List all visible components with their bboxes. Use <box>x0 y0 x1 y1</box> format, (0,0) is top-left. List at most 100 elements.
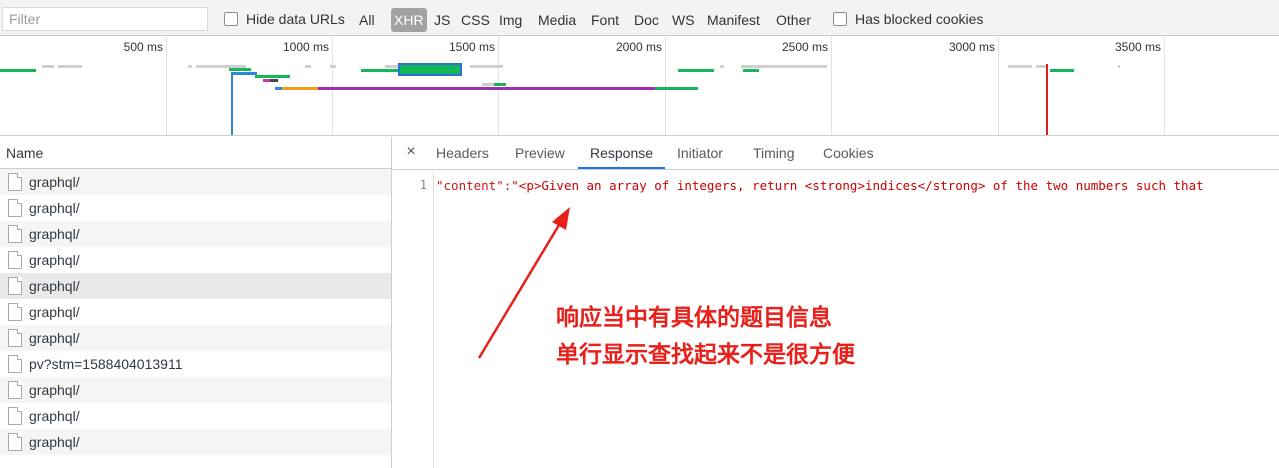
document-icon <box>8 303 22 321</box>
document-icon <box>8 407 22 425</box>
type-filter-xhr[interactable]: XHR <box>391 8 427 32</box>
response-code-line[interactable]: "content":"<p>Given an array of integers… <box>436 178 1204 193</box>
tab-response[interactable]: Response <box>578 137 666 169</box>
document-icon <box>8 199 22 217</box>
type-filter-font[interactable]: Font <box>588 8 622 32</box>
tick-gridline <box>1164 36 1165 135</box>
has-blocked-cookies-checkbox[interactable]: Has blocked cookies <box>833 9 983 29</box>
request-row[interactable]: graphql/ <box>0 221 391 247</box>
type-filter-css[interactable]: CSS <box>458 8 493 32</box>
name-column-header[interactable]: Name <box>0 137 391 169</box>
document-icon <box>8 355 22 373</box>
request-bar <box>255 75 290 78</box>
request-name: graphql/ <box>29 174 80 190</box>
filter-toolbar: Hide data URLs All XHR JS CSS Img Media … <box>0 0 1279 36</box>
request-bar <box>188 65 192 68</box>
type-filter-media[interactable]: Media <box>535 8 579 32</box>
request-row[interactable]: pv?stm=1588404013911 <box>0 351 391 377</box>
request-name: graphql/ <box>29 304 80 320</box>
request-row[interactable]: graphql/ <box>0 377 391 403</box>
request-bar <box>233 72 257 75</box>
tab-cookies[interactable]: Cookies <box>811 137 886 169</box>
document-icon <box>8 433 22 451</box>
annotation-line-2: 单行显示查找起来不是很方便 <box>556 342 855 368</box>
request-bar <box>720 65 724 68</box>
request-name: graphql/ <box>29 408 80 424</box>
tick-label: 500 ms <box>123 40 163 54</box>
request-row[interactable]: graphql/ <box>0 247 391 273</box>
request-bar <box>282 87 319 90</box>
request-row[interactable]: graphql/ <box>0 169 391 195</box>
tick-gridline <box>332 36 333 135</box>
tick-gridline <box>498 36 499 135</box>
line-number: 1 <box>419 178 427 192</box>
type-filter-doc[interactable]: Doc <box>631 8 662 32</box>
tab-headers[interactable]: Headers <box>424 137 501 169</box>
document-icon <box>8 251 22 269</box>
document-icon <box>8 381 22 399</box>
tick-label: 2500 ms <box>781 40 828 54</box>
request-row[interactable]: graphql/ <box>0 403 391 429</box>
request-row[interactable]: graphql/ <box>0 429 391 455</box>
selected-request-bar[interactable] <box>398 63 462 76</box>
timeline-overview[interactable]: 500 ms 1000 ms 1500 ms 2000 ms 2500 ms 3… <box>0 36 1279 136</box>
request-bar <box>330 65 336 68</box>
checkbox-icon[interactable] <box>224 12 238 26</box>
request-row[interactable]: graphql/ <box>0 273 391 299</box>
request-rows: graphql/graphql/graphql/graphql/graphql/… <box>0 169 391 455</box>
request-row[interactable]: graphql/ <box>0 325 391 351</box>
request-bar <box>305 65 311 68</box>
request-row[interactable]: graphql/ <box>0 195 391 221</box>
tick-label: 3000 ms <box>948 40 995 54</box>
has-blocked-cookies-label: Has blocked cookies <box>855 11 984 27</box>
request-bar <box>0 69 36 72</box>
request-bar <box>270 79 278 82</box>
request-bar <box>58 65 82 68</box>
annotation-line-1: 响应当中有具体的题目信息 <box>556 305 832 331</box>
json-string-value: "<p>Given an array of integers, return <… <box>511 178 1204 193</box>
dom-content-loaded-marker <box>231 72 233 135</box>
request-name: graphql/ <box>29 252 80 268</box>
request-bar <box>1008 65 1032 68</box>
request-bar <box>361 69 401 72</box>
checkbox-icon[interactable] <box>833 12 847 26</box>
request-name: graphql/ <box>29 382 80 398</box>
request-name: graphql/ <box>29 330 80 346</box>
request-bar <box>678 69 714 72</box>
tick-label: 2000 ms <box>615 40 662 54</box>
type-filter-img[interactable]: Img <box>496 8 525 32</box>
tab-initiator[interactable]: Initiator <box>665 137 735 169</box>
request-bar <box>1118 65 1120 68</box>
type-filter-other[interactable]: Other <box>773 8 814 32</box>
tick-gridline <box>166 36 167 135</box>
tick-gridline <box>665 36 666 135</box>
request-list: Name graphql/graphql/graphql/graphql/gra… <box>0 137 392 468</box>
document-icon <box>8 277 22 295</box>
filter-input[interactable] <box>2 7 208 31</box>
tick-label: 3500 ms <box>1114 40 1161 54</box>
tab-timing[interactable]: Timing <box>741 137 807 169</box>
type-filter-ws[interactable]: WS <box>669 8 698 32</box>
document-icon <box>8 225 22 243</box>
tick-gridline <box>998 36 999 135</box>
request-bar <box>1036 65 1046 68</box>
tick-gridline <box>831 36 832 135</box>
request-row[interactable]: graphql/ <box>0 299 391 325</box>
request-bar <box>1050 69 1074 72</box>
type-filter-manifest[interactable]: Manifest <box>704 8 763 32</box>
request-bar <box>655 87 698 90</box>
request-bar <box>42 65 54 68</box>
request-name: graphql/ <box>29 226 80 242</box>
close-icon[interactable]: × <box>403 143 419 161</box>
request-bar <box>318 87 658 90</box>
request-bar <box>741 65 827 68</box>
request-bar <box>229 68 251 71</box>
request-bar <box>743 69 759 72</box>
hide-data-urls-checkbox[interactable]: Hide data URLs <box>224 9 345 29</box>
type-filter-js[interactable]: JS <box>431 8 453 32</box>
tab-preview[interactable]: Preview <box>503 137 577 169</box>
type-filter-all[interactable]: All <box>356 8 378 32</box>
annotation-text: 响应当中有具体的题目信息 单行显示查找起来不是很方便 <box>556 300 855 374</box>
tick-label: 1000 ms <box>282 40 329 54</box>
tick-label: 1500 ms <box>448 40 495 54</box>
